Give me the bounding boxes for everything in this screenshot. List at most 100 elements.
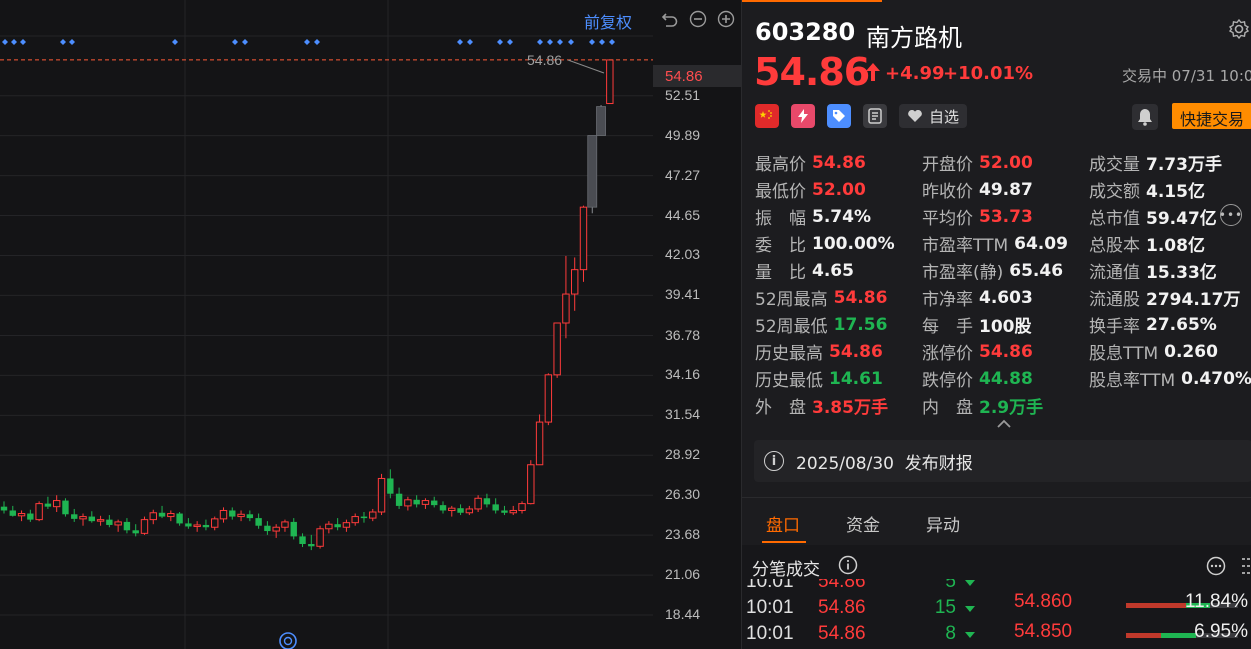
candle-body xyxy=(387,478,394,494)
zoom-in-icon[interactable] xyxy=(715,8,737,30)
stat-row: 流通股 2794.17万 xyxy=(1089,284,1251,311)
event-marker-icon xyxy=(314,39,320,45)
trade-volume: 15 xyxy=(934,597,956,618)
tag-icon[interactable] xyxy=(827,104,851,128)
event-marker-icon xyxy=(69,39,75,45)
quick-trade-button[interactable]: 快捷交易 xyxy=(1172,103,1251,129)
trade-volume: 8 xyxy=(945,623,956,644)
info-icon[interactable] xyxy=(838,555,858,579)
candle-body xyxy=(535,421,544,466)
candle-body xyxy=(404,499,412,507)
kline-svg[interactable] xyxy=(0,0,653,649)
candle-body xyxy=(114,521,122,526)
adjust-mode-button[interactable]: 前复权 xyxy=(584,9,632,33)
event-marker-icon xyxy=(589,39,595,45)
stat-value: 53.73 xyxy=(979,206,1033,227)
stat-row: 振 幅 5.74% xyxy=(755,203,895,230)
locate-icon xyxy=(279,632,297,649)
stat-label: 股息TTM xyxy=(1089,344,1159,364)
candle-body xyxy=(211,518,219,528)
axis-tick-label: 18.44 xyxy=(665,606,701,623)
stat-value: 0.260 xyxy=(1164,341,1218,362)
stat-row: 内 盘 2.9万手 xyxy=(922,392,1068,419)
stat-row: 52周最低 17.56 xyxy=(755,311,895,338)
stat-value: 27.65% xyxy=(1146,314,1217,335)
candle-body xyxy=(448,507,456,511)
candle-body xyxy=(571,269,579,295)
stat-label: 每 手 xyxy=(922,317,973,337)
earnings-notice[interactable]: i 2025/08/30 发布财报 xyxy=(754,440,1251,482)
event-marker-icon xyxy=(557,39,563,45)
stat-value: 7.73万手 xyxy=(1146,155,1222,175)
kline-chart[interactable]: 前复权 54.86 xyxy=(0,0,653,649)
locate-icon-inner xyxy=(283,636,293,646)
stat-row: 市净率 4.603 xyxy=(922,284,1068,311)
margin-trading-icon[interactable] xyxy=(791,104,815,128)
stat-label: 涨停价 xyxy=(922,344,973,364)
stat-value: 52.00 xyxy=(979,152,1033,173)
watch-label: 自选 xyxy=(929,107,960,126)
candle-body xyxy=(202,524,210,528)
event-marker-icon xyxy=(507,39,513,45)
add-watchlist-button[interactable]: 自选 xyxy=(899,104,968,128)
stat-row: 股息TTM 0.260 xyxy=(1089,338,1251,365)
notice-text: 2025/08/30 发布财报 xyxy=(796,453,973,474)
candle-body xyxy=(158,512,166,517)
stat-row: 市盈率(静) 65.46 xyxy=(922,257,1068,284)
price-axis: 54.86 52.51 49.89 47.27 44.65 42.03 39.41 36.7… xyxy=(653,0,741,649)
chart-tools xyxy=(659,8,737,30)
chevron-up-icon[interactable] xyxy=(996,414,1012,433)
stat-label: 委 比 xyxy=(755,236,806,256)
stat-value: 44.88 xyxy=(979,368,1033,389)
stat-label: 平均价 xyxy=(922,209,973,229)
stat-value: 14.61 xyxy=(829,368,883,389)
stat-value: 54.86 xyxy=(812,152,866,173)
undo-icon[interactable] xyxy=(659,8,681,30)
more-stats-icon[interactable]: ••• xyxy=(1219,204,1242,226)
trade-row: 10:01 54.86 8 xyxy=(746,623,986,649)
axis-tick-label: 36.78 xyxy=(665,326,701,343)
stat-value: 54.86 xyxy=(979,341,1033,362)
stat-label: 最高价 xyxy=(755,155,806,175)
stat-row: 每 手 100股 xyxy=(922,311,1068,338)
stat-label: 成交量 xyxy=(1089,155,1140,175)
stat-row: 换手率 27.65% xyxy=(1089,311,1251,338)
event-marker-icon xyxy=(568,39,574,45)
zoom-out-icon[interactable] xyxy=(687,8,709,30)
candle-body xyxy=(255,518,262,526)
stat-label: 52周最低 xyxy=(755,317,828,337)
stat-value: 15.33亿 xyxy=(1146,263,1217,283)
tab-movements[interactable]: 异动 xyxy=(926,511,960,536)
gear-icon[interactable] xyxy=(1228,18,1250,44)
candle-body xyxy=(229,510,236,517)
event-marker-icon xyxy=(11,39,17,45)
tick-trades-title: 分笔成交 xyxy=(752,560,820,580)
candle-body xyxy=(106,519,113,525)
tab-fund-flow[interactable]: 资金 xyxy=(846,511,880,536)
stat-row: 市盈率TTM 64.09 xyxy=(922,230,1068,257)
tab-orderbook[interactable]: 盘口 xyxy=(766,511,800,536)
trade-price: 54.86 xyxy=(818,579,866,592)
candle-body xyxy=(465,508,474,514)
stat-value: 65.46 xyxy=(1009,260,1064,281)
axis-tick-label: 49.89 xyxy=(665,126,701,143)
trade-row: 10:01 54.86 15 xyxy=(746,597,986,623)
event-marker-icon xyxy=(242,39,248,45)
event-marker-icon xyxy=(172,39,178,45)
price-change-pct: +10.01% xyxy=(943,63,1034,84)
notes-icon[interactable] xyxy=(863,104,887,128)
more-options-icon[interactable] xyxy=(1206,556,1226,580)
bell-icon[interactable] xyxy=(1132,104,1158,130)
stat-label: 内 盘 xyxy=(922,398,973,418)
axis-tick-label: 42.03 xyxy=(665,246,701,263)
stat-value: 49.87 xyxy=(979,179,1033,200)
layout-icon[interactable] xyxy=(1242,556,1251,580)
distribution-row: 54.860 11.84% xyxy=(1014,591,1251,617)
stat-value: 17.56 xyxy=(833,314,888,335)
trade-list[interactable]: 10:01 54.86 5 10:01 54.86 15 10:01 54.86 8 xyxy=(746,579,986,649)
candle-body xyxy=(27,513,34,520)
active-tab-indicator xyxy=(762,541,806,543)
stat-label: 股息率TTM xyxy=(1089,371,1176,391)
event-marker-icon xyxy=(60,39,66,45)
candle-body xyxy=(377,477,386,513)
